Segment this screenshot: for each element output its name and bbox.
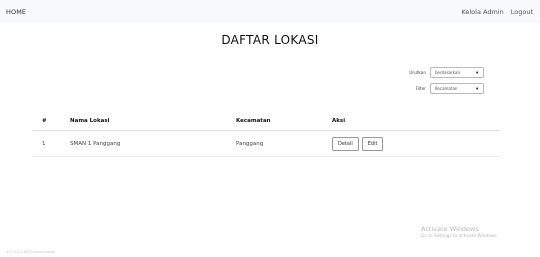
chevron-updown-icon: ♦ [475, 70, 479, 75]
nav-logout-link[interactable]: Logout [511, 8, 533, 16]
edit-button[interactable]: Edit [361, 136, 384, 151]
table-row: 1 SMAN 1 Panggang Panggang Detail Edit [32, 131, 500, 157]
filter-control: Filter Kecamatan ♦ [408, 83, 484, 94]
nav-admin-link[interactable]: Kelola Admin [461, 8, 503, 16]
table-header: # Nama Lokasi Kecamatan Aksi [32, 112, 500, 131]
header-kecamatan: Kecamatan [236, 118, 271, 124]
activate-windows-watermark: Activate Windows Go to Settings to activ… [421, 225, 498, 239]
lokasi-table: # Nama Lokasi Kecamatan Aksi 1 SMAN 1 Pa… [32, 112, 500, 157]
sort-control: Urutkan berdasarkan ♦ [408, 67, 484, 78]
nav-right: Kelola Admin Logout [461, 8, 533, 16]
cell-kecamatan: Panggang [236, 140, 264, 147]
chevron-updown-icon: ♦ [475, 86, 479, 91]
cell-nama-lokasi: SMAN 1 Panggang [70, 140, 121, 147]
header-aksi: Aksi [332, 118, 346, 124]
status-url: 127.0.0.1:8000/lokasi/lokasi [6, 250, 56, 254]
nav-home-link[interactable]: HOME [6, 8, 26, 16]
sort-select-value: berdasarkan [435, 70, 460, 75]
watermark-subtitle: Go to Settings to activate Windows. [421, 234, 498, 239]
sort-select[interactable]: berdasarkan ♦ [430, 67, 484, 78]
watermark-title: Activate Windows [421, 225, 479, 233]
sort-label: Urutkan [409, 70, 426, 75]
cell-no: 1 [42, 140, 46, 147]
filter-select-value: Kecamatan [435, 86, 458, 91]
header-no: # [42, 118, 47, 124]
header-nama-lokasi: Nama Lokasi [70, 118, 110, 124]
filter-label: Filter [415, 86, 426, 91]
page-title: DAFTAR LOKASI [221, 33, 319, 47]
navbar: HOME Kelola Admin Logout [0, 0, 540, 23]
detail-button[interactable]: Detail [332, 136, 359, 151]
filter-select[interactable]: Kecamatan ♦ [430, 83, 484, 94]
cell-aksi: Detail Edit [332, 136, 500, 151]
